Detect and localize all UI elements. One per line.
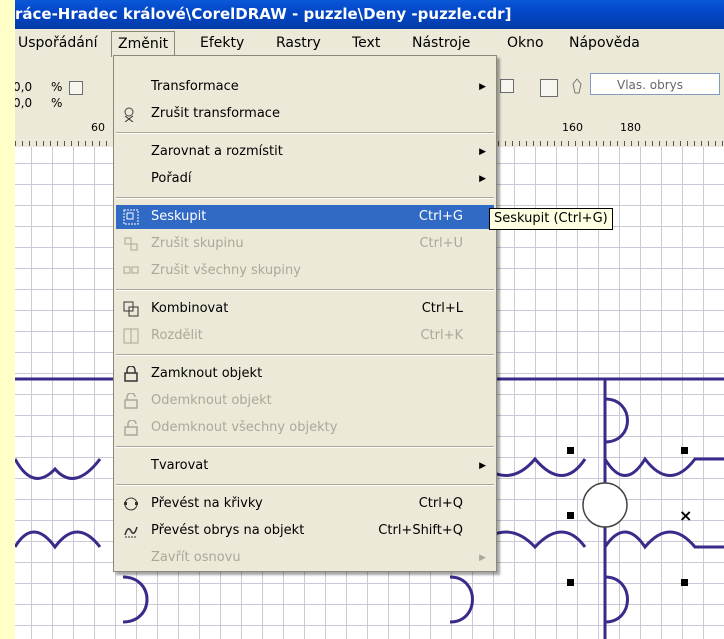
menu-item-rozdelit[interactable]: Rozdělit Ctrl+K (116, 324, 494, 348)
menu-item-poradi[interactable]: Pořadí ▶ (116, 167, 494, 191)
outline-width-select[interactable]: Vlas. obrys (590, 73, 720, 95)
puzzle-wave (15, 458, 102, 480)
puzzle-tab (449, 575, 474, 624)
ungroup-icon (124, 237, 138, 251)
submenu-arrow-icon: ▶ (479, 553, 486, 563)
menu-item-zavrit-osnovu[interactable]: Zavřít osnovu ▶ (116, 546, 494, 570)
ungroup-all-icon (123, 266, 139, 274)
menu-item-zrusit-skupinu[interactable]: Zrušit skupinu Ctrl+U (116, 232, 494, 256)
pen-icon (572, 78, 582, 94)
convert-to-curves-icon (124, 497, 138, 511)
menu-separator (116, 132, 494, 134)
menu-okno[interactable]: Okno (501, 29, 550, 58)
menu-item-odemknout[interactable]: Odemknout objekt (116, 389, 494, 413)
ruler-label: 160 (562, 121, 583, 134)
break-apart-icon (123, 328, 139, 344)
menu-item-zamknout[interactable]: Zamknout objekt (116, 362, 494, 386)
percent-label-x: % (51, 80, 63, 94)
menu-rastry[interactable]: Rastry (270, 29, 327, 58)
scale-y-value[interactable]: 0,0 (15, 96, 32, 110)
menu-separator (116, 289, 494, 291)
unlock-all-icon (124, 420, 138, 436)
menu-zmenit[interactable]: Změnit (111, 31, 176, 57)
lock-ratio-icon[interactable] (69, 81, 83, 95)
menu-item-odemknout-vse[interactable]: Odemknout všechny objekty (116, 416, 494, 440)
ruler-label: 60 (91, 121, 105, 134)
menu-item-prevest-na-krivky[interactable]: Převést na křivky Ctrl+Q (116, 492, 494, 516)
wrap-text-icon[interactable] (540, 79, 558, 97)
ruler-label: 180 (620, 121, 641, 134)
selection-handle (681, 579, 688, 586)
tooltip: Seskupit (Ctrl+G) (489, 208, 613, 230)
puzzle-wave (15, 530, 102, 550)
menu-item-transformace[interactable]: Transformace ▶ (116, 75, 494, 99)
tooltip-text: Seskupit (Ctrl+G) (494, 211, 608, 226)
menu-nastroje[interactable]: Nástroje (406, 29, 476, 58)
percent-label-y: % (51, 96, 63, 110)
submenu-arrow-icon: ▶ (479, 147, 486, 157)
center-mark: × (679, 506, 692, 525)
selected-circle (582, 482, 628, 528)
menu-usporadani[interactable]: Uspořádání (15, 29, 104, 58)
lock-icon (124, 366, 138, 382)
submenu-arrow-icon: ▶ (479, 174, 486, 184)
menu-efekty[interactable]: Efekty (194, 29, 250, 58)
puzzle-tab (604, 397, 629, 444)
puzzle-wave (603, 456, 724, 477)
outline-width-value: Vlas. obrys (617, 78, 684, 92)
selection-handle (567, 579, 574, 586)
menu-item-prevest-obrys[interactable]: Převést obrys na objekt Ctrl+Shift+Q (116, 519, 494, 543)
submenu-arrow-icon: ▶ (479, 82, 486, 92)
menu-separator (116, 197, 494, 199)
puzzle-tab (122, 575, 149, 624)
menu-item-zarovnat[interactable]: Zarovnat a rozmístit ▶ (116, 140, 494, 164)
menu-napoveda[interactable]: Nápověda (563, 29, 646, 58)
selection-handle (681, 447, 688, 454)
menu-item-zrusit-transformace[interactable]: Zrušit transformace (116, 102, 494, 126)
menu-separator (116, 354, 494, 356)
puzzle-tab (604, 575, 629, 624)
window-title: ráce-Hradec králové\CorelDRAW - puzzle\D… (15, 5, 512, 23)
unlock-icon (124, 393, 138, 409)
submenu-arrow-icon: ▶ (479, 461, 486, 471)
menu-item-seskupit[interactable]: Seskupit Ctrl+G (116, 205, 494, 229)
selection-handle (567, 512, 574, 519)
scale-x-value[interactable]: 0,0 (15, 80, 32, 94)
selection-handle (567, 447, 574, 454)
corel-window: ráce-Hradec králové\CorelDRAW - puzzle\D… (15, 0, 724, 639)
puzzle-wave (603, 530, 724, 550)
menu-separator (116, 446, 494, 448)
menu-text[interactable]: Text (346, 29, 386, 58)
group-icon (123, 209, 139, 225)
toolbar-icon-b[interactable] (500, 79, 514, 93)
menu-separator (116, 484, 494, 486)
combine-icon (123, 301, 139, 317)
zmenit-dropdown-menu: Transformace ▶ Zrušit transformace Zarov… (113, 55, 497, 572)
outline-to-object-icon (124, 526, 138, 538)
clear-transform-icon (124, 107, 134, 122)
menu-item-kombinovat[interactable]: Kombinovat Ctrl+L (116, 297, 494, 321)
title-bar: ráce-Hradec králové\CorelDRAW - puzzle\D… (15, 0, 724, 29)
menu-item-zrusit-vsechny-skupiny[interactable]: Zrušit všechny skupiny (116, 259, 494, 283)
menu-item-tvarovat[interactable]: Tvarovat ▶ (116, 454, 494, 478)
